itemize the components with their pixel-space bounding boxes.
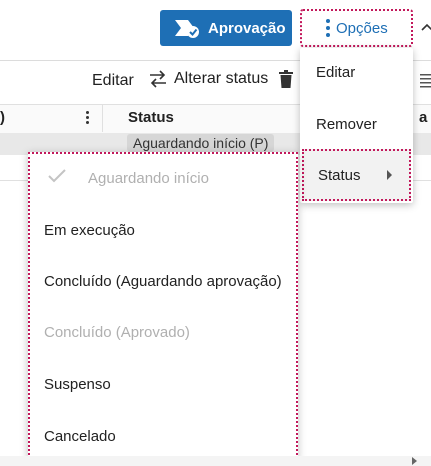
horizontal-scrollbar[interactable] xyxy=(0,456,431,466)
menu-item-remove[interactable]: Remover xyxy=(316,116,377,133)
status-option-suspenso[interactable]: Suspenso xyxy=(44,376,111,393)
column-menu-icon[interactable] xyxy=(86,111,89,124)
toolbar-edit-button[interactable]: Editar xyxy=(92,72,134,90)
columns-icon[interactable] xyxy=(420,73,431,89)
approval-button[interactable]: Aprovação xyxy=(160,10,292,46)
status-badge: Aguardando início (P) xyxy=(127,134,275,152)
status-option-cancelado[interactable]: Cancelado xyxy=(44,428,116,445)
swap-arrows-icon xyxy=(150,70,166,88)
caret-right-icon xyxy=(386,170,392,180)
options-button[interactable]: Opções xyxy=(300,9,413,47)
status-option-concluido-aprovado: Concluído (Aprovado) xyxy=(44,324,190,341)
change-status-label: Alterar status xyxy=(174,70,269,87)
menu-item-status[interactable]: Status xyxy=(302,149,411,201)
options-button-label: Opções xyxy=(336,19,388,37)
column-divider[interactable] xyxy=(102,104,103,132)
status-option-concluido-aguardando[interactable]: Concluído (Aguardando aprovação) xyxy=(44,273,282,290)
options-dropdown: Editar Remover Status xyxy=(300,48,413,203)
scroll-right-icon[interactable] xyxy=(412,457,417,465)
status-submenu: Aguardando início Em execução Concluído … xyxy=(28,152,298,459)
approval-button-label: Aprovação xyxy=(208,19,286,37)
menu-item-edit[interactable]: Editar xyxy=(316,64,355,81)
status-option-em-execucao[interactable]: Em execução xyxy=(44,222,135,239)
column-header-partial: ) xyxy=(0,109,5,126)
column-header-status[interactable]: Status xyxy=(128,109,174,126)
trash-icon[interactable] xyxy=(279,70,293,88)
check-icon xyxy=(48,169,66,183)
column-header-next-partial: a xyxy=(419,109,428,126)
kebab-menu-icon xyxy=(326,19,330,37)
toolbar-change-status-button[interactable]: Alterar status xyxy=(148,70,268,88)
status-option-aguardando-inicio: Aguardando início xyxy=(88,170,209,187)
menu-item-status-label: Status xyxy=(318,166,361,184)
chevron-up-icon[interactable] xyxy=(421,20,431,34)
approval-stamp-icon xyxy=(174,17,200,39)
